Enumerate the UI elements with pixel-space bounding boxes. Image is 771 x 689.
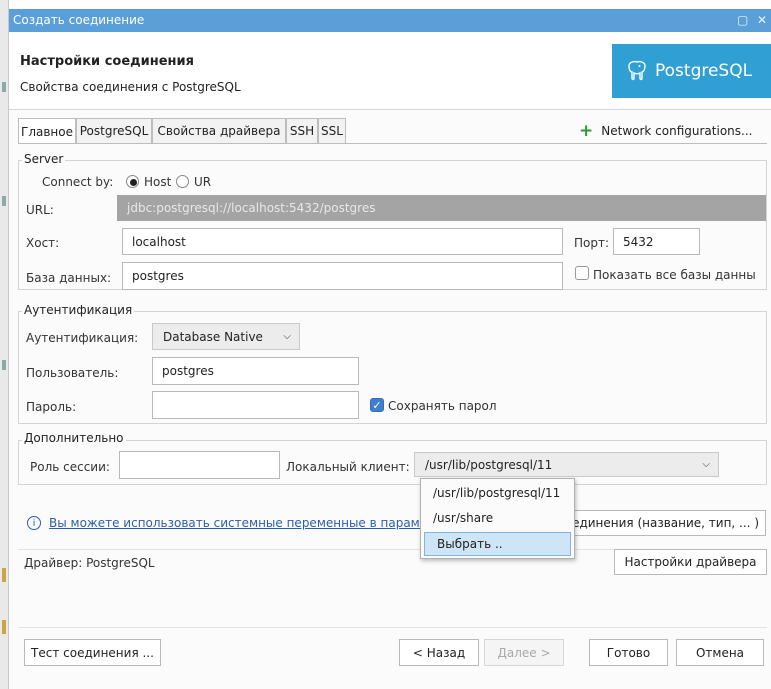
info-icon: i bbox=[27, 516, 41, 530]
local-client-option-browse[interactable]: Выбрать .. bbox=[424, 532, 571, 556]
host-input[interactable]: localhost bbox=[122, 228, 563, 255]
tab-main[interactable]: Главное bbox=[18, 118, 76, 144]
session-role-input[interactable] bbox=[119, 451, 280, 479]
local-client-select[interactable]: /usr/lib/postgresql/11 ⌵ bbox=[414, 452, 719, 477]
test-connection-label: Тест соединения ... bbox=[31, 645, 154, 660]
database-value: postgres bbox=[132, 269, 184, 283]
tab-ssh[interactable]: SSH bbox=[286, 118, 318, 143]
page-title: Настройки соединения bbox=[20, 54, 194, 69]
local-client-option[interactable]: /usr/lib/postgresql/11 bbox=[421, 481, 574, 505]
elephant-icon bbox=[628, 60, 646, 81]
cancel-button[interactable]: Отмена bbox=[676, 639, 764, 666]
password-label: Пароль: bbox=[26, 400, 77, 414]
chevron-down-icon: ⌵ bbox=[283, 330, 291, 342]
port-label: Порт: bbox=[574, 236, 610, 250]
network-configurations-button[interactable]: + Network configurations... bbox=[579, 118, 752, 143]
title-bar[interactable]: Создать соединение ▢ ✕ bbox=[9, 9, 771, 32]
url-label: URL: bbox=[26, 203, 54, 217]
server-group-title: Server bbox=[22, 152, 66, 166]
auth-group-title: Аутентификация bbox=[22, 303, 135, 317]
host-radio[interactable] bbox=[126, 175, 139, 188]
host-radio-label: Host bbox=[144, 175, 172, 189]
user-value: postgres bbox=[162, 364, 214, 378]
user-label: Пользователь: bbox=[26, 366, 119, 380]
tab-divider bbox=[18, 143, 767, 144]
maximize-icon[interactable]: ▢ bbox=[737, 13, 748, 27]
window-title: Создать соединение bbox=[13, 13, 145, 27]
auth-method-label: Аутентификация: bbox=[26, 331, 139, 345]
url-field: jdbc:postgresql://localhost:5432/postgre… bbox=[117, 195, 766, 221]
logo-text: PostgreSQL bbox=[655, 61, 753, 81]
back-button[interactable]: < Назад bbox=[399, 639, 479, 666]
port-value: 5432 bbox=[623, 234, 654, 249]
page-subtitle: Свойства соединения с PostgreSQL bbox=[20, 80, 241, 94]
save-password-checkbox[interactable]: ✓ bbox=[370, 398, 384, 412]
variables-help-link[interactable]: Вы можете использовать системные перемен… bbox=[49, 516, 427, 530]
test-connection-button[interactable]: Тест соединения ... bbox=[24, 639, 161, 666]
close-icon[interactable]: ✕ bbox=[757, 13, 767, 27]
user-input[interactable]: postgres bbox=[152, 357, 359, 385]
footer-divider bbox=[18, 627, 767, 628]
save-password-label: Сохранять парол bbox=[388, 399, 497, 413]
chevron-down-icon: ⌵ bbox=[702, 458, 710, 470]
plus-icon: + bbox=[579, 120, 594, 141]
auth-method-select[interactable]: Database Native ⌵ bbox=[152, 323, 300, 350]
driver-settings-button-label: Настройки драйвера bbox=[624, 555, 757, 569]
driver-settings-button[interactable]: Настройки драйвера bbox=[614, 549, 767, 575]
cancel-button-label: Отмена bbox=[695, 645, 745, 660]
network-configurations-label: Network configurations... bbox=[601, 123, 753, 138]
background-window-edge bbox=[0, 0, 9, 689]
local-client-dropdown: /usr/lib/postgresql/11 /usr/share Выбрат… bbox=[420, 478, 575, 559]
password-input[interactable] bbox=[152, 391, 359, 419]
host-label: Хост: bbox=[26, 236, 60, 250]
next-button[interactable]: Далее > bbox=[484, 639, 564, 666]
postgresql-logo: PostgreSQL bbox=[612, 44, 771, 98]
auth-method-value: Database Native bbox=[163, 329, 263, 344]
host-value: localhost bbox=[132, 234, 186, 249]
driver-label: Драйвер: PostgreSQL bbox=[24, 556, 155, 570]
tab-postgresql[interactable]: PostgreSQL bbox=[76, 118, 152, 143]
url-radio[interactable] bbox=[176, 175, 189, 188]
local-client-value: /usr/lib/postgresql/11 bbox=[425, 457, 553, 472]
next-button-label: Далее > bbox=[497, 645, 551, 660]
back-button-label: < Назад bbox=[412, 645, 466, 660]
database-label: База данных: bbox=[26, 271, 112, 285]
local-client-option[interactable]: /usr/share bbox=[421, 506, 574, 530]
additional-group-title: Дополнительно bbox=[22, 431, 126, 445]
tab-ssl[interactable]: SSL bbox=[318, 118, 346, 143]
show-all-databases-label: Показать все базы данны bbox=[593, 268, 756, 282]
finish-button-label: Готово bbox=[606, 645, 651, 660]
url-value: jdbc:postgresql://localhost:5432/postgre… bbox=[127, 201, 376, 215]
url-radio-label: UR bbox=[194, 175, 212, 189]
show-all-databases-checkbox[interactable] bbox=[575, 266, 589, 280]
connection-name-button[interactable]: единения (название, тип, ... ) bbox=[570, 510, 766, 536]
finish-button[interactable]: Готово bbox=[589, 639, 668, 666]
database-input[interactable]: postgres bbox=[122, 262, 563, 290]
connect-by-label: Connect by: bbox=[42, 175, 114, 189]
session-role-label: Роль сессии: bbox=[30, 460, 110, 474]
local-client-label: Локальный клиент: bbox=[286, 460, 410, 474]
port-input[interactable]: 5432 bbox=[613, 228, 700, 255]
connection-name-button-label: единения (название, тип, ... ) bbox=[572, 516, 759, 530]
tab-driver-properties[interactable]: Свойства драйвера bbox=[152, 118, 286, 143]
